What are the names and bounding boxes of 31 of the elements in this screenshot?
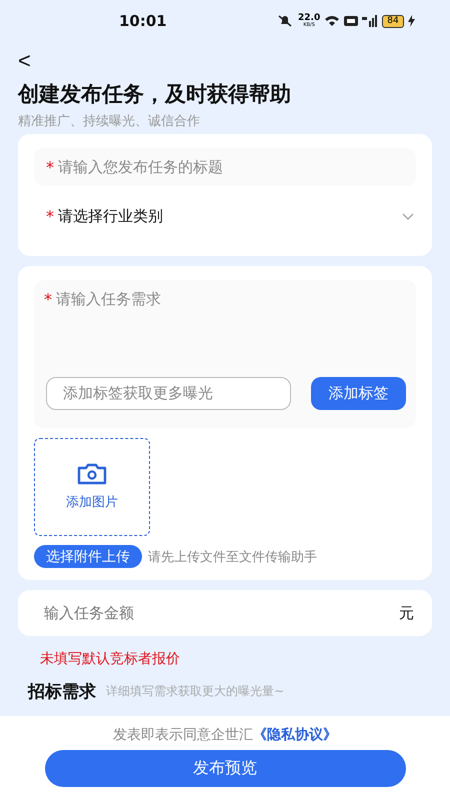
- section-hint: 详细填写需求获取更大的曝光量~: [106, 683, 284, 700]
- agreement-text: 发表即表示同意企世汇: [113, 727, 253, 743]
- mute-icon: [276, 15, 294, 27]
- attach-hint: 请先上传文件至文件传输助手: [148, 548, 317, 566]
- tag-input[interactable]: 添加标签获取更多曝光: [46, 377, 291, 410]
- title-field[interactable]: * 请输入您发布任务的标题: [34, 148, 416, 186]
- battery-level: 84: [382, 14, 404, 28]
- required-mark: *: [46, 158, 54, 176]
- wifi-icon: [324, 15, 340, 27]
- publish-preview-button[interactable]: 发布预览: [44, 750, 406, 787]
- charging-icon: [408, 15, 415, 27]
- attach-upload-button[interactable]: 选择附件上传: [34, 545, 142, 568]
- add-image-button[interactable]: 添加图片: [34, 438, 150, 536]
- signal-icon: [362, 15, 378, 27]
- category-select[interactable]: * 请选择行业类别: [34, 186, 416, 246]
- amount-field[interactable]: 输入任务金额 元: [18, 590, 432, 636]
- chevron-down-icon: [402, 212, 414, 220]
- camera-icon: [77, 463, 107, 485]
- currency-unit: 元: [399, 604, 414, 622]
- privacy-link[interactable]: 《隐私协议》: [253, 727, 337, 743]
- status-time: 10:01: [119, 12, 167, 30]
- hd-icon: [344, 16, 358, 26]
- page-title: 创建发布任务，及时获得帮助: [18, 81, 292, 108]
- back-button[interactable]: <: [18, 48, 31, 74]
- page-subtitle: 精准推广、持续曝光、诚信合作: [18, 113, 201, 130]
- add-tag-button[interactable]: 添加标签: [311, 377, 406, 410]
- section-title: 招标需求: [28, 681, 96, 703]
- required-mark: *: [44, 290, 52, 309]
- requirement-field[interactable]: * 请输入任务需求 添加标签获取更多曝光 添加标签: [34, 280, 416, 428]
- amount-note: 未填写默认竞标者报价: [40, 650, 181, 668]
- required-mark: *: [46, 206, 54, 226]
